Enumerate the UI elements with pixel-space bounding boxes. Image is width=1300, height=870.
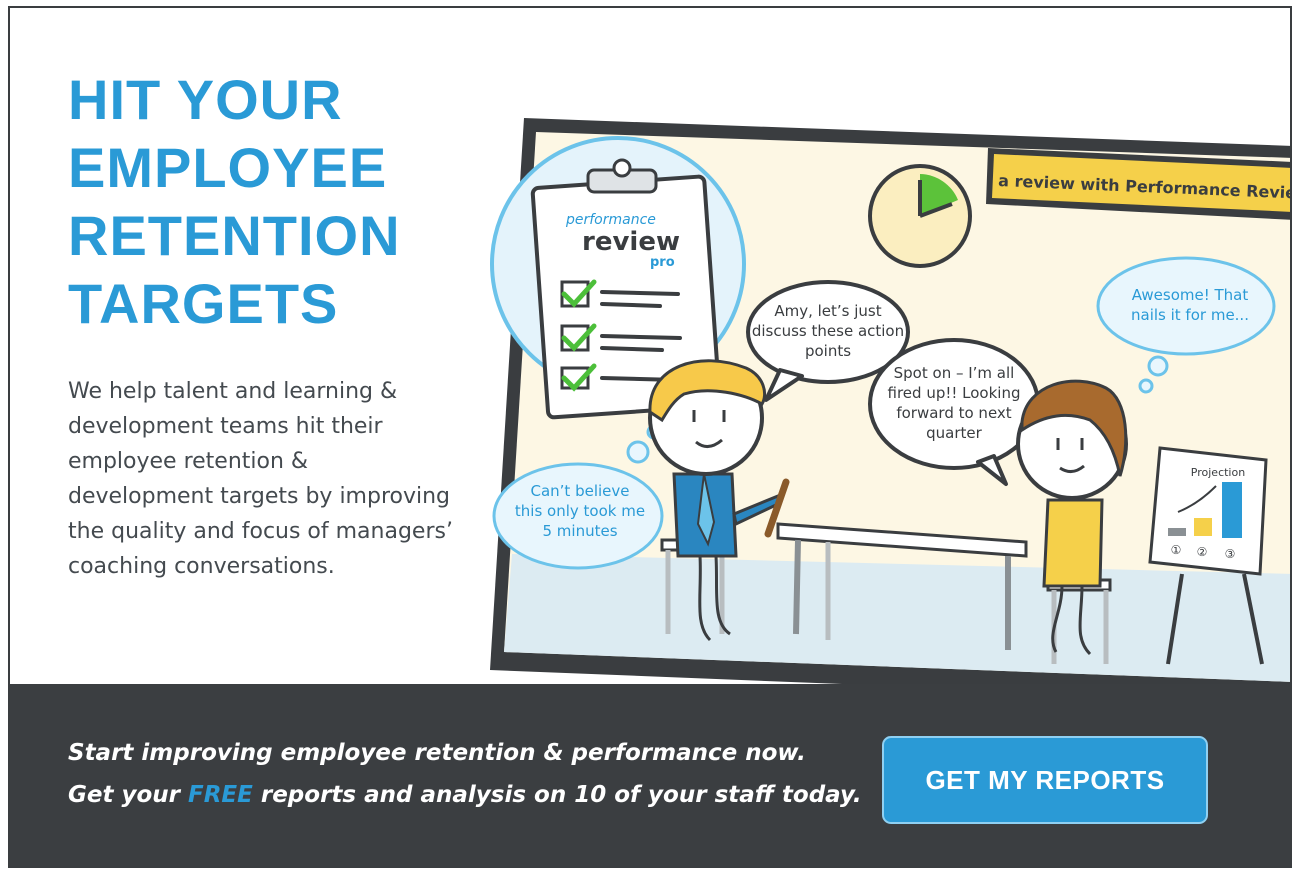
thought-manager-line: 5 minutes: [542, 522, 617, 540]
speech-manager-line: Amy, let’s just: [774, 302, 881, 320]
clock-icon: [868, 164, 972, 268]
cta-band: Start improving employee retention & per…: [10, 684, 1290, 866]
speech-employee-line: Spot on – I’m all: [894, 364, 1015, 382]
speech-employee-line: quarter: [926, 424, 982, 442]
speech-manager-line: discuss these action: [752, 322, 904, 340]
projection-label: ③: [1225, 547, 1236, 561]
get-my-reports-button[interactable]: GET MY REPORTS: [882, 736, 1208, 824]
speech-manager-line: points: [805, 342, 851, 360]
headline-line: RETENTION: [68, 204, 401, 267]
cta-line-1: Start improving employee retention & per…: [68, 740, 806, 766]
clipboard-script: performance: [565, 212, 656, 228]
review-illustration: performance review pro a review with Per…: [490, 118, 1290, 702]
thought-manager-line: Can’t believe: [530, 482, 629, 500]
projection-label: ②: [1197, 545, 1208, 559]
clipboard-word: review: [582, 227, 680, 257]
cta-line-2-prefix: Get your: [68, 782, 188, 808]
projection-label: ①: [1171, 543, 1182, 557]
cta-message: Start improving employee retention & per…: [68, 732, 862, 816]
cta-line-2-suffix: reports and analysis on 10 of your staff…: [252, 782, 862, 808]
speech-employee-line: forward to next: [896, 404, 1011, 422]
headline-line: EMPLOYEE: [68, 136, 388, 199]
projection-title: Projection: [1191, 466, 1245, 479]
cta-line-2: Get your FREE reports and analysis on 10…: [68, 774, 862, 816]
headline-line: HIT YOUR: [68, 68, 343, 131]
thought-employee-line: nails it for me...: [1131, 306, 1249, 324]
hero-description: We help talent and learning & developmen…: [68, 379, 453, 579]
thought-employee-line: Awesome! That: [1132, 286, 1249, 304]
hero-headline: HIT YOUR EMPLOYEE RETENTION TARGETS: [68, 66, 401, 338]
clipboard-sub: pro: [650, 255, 675, 270]
free-highlight: FREE: [188, 782, 253, 808]
headline-line: TARGETS: [68, 272, 339, 335]
speech-employee-line: fired up!! Looking: [888, 384, 1021, 402]
thought-manager-line: this only took me: [515, 502, 645, 520]
promo-card: HIT YOUR EMPLOYEE RETENTION TARGETS We h…: [8, 6, 1292, 868]
